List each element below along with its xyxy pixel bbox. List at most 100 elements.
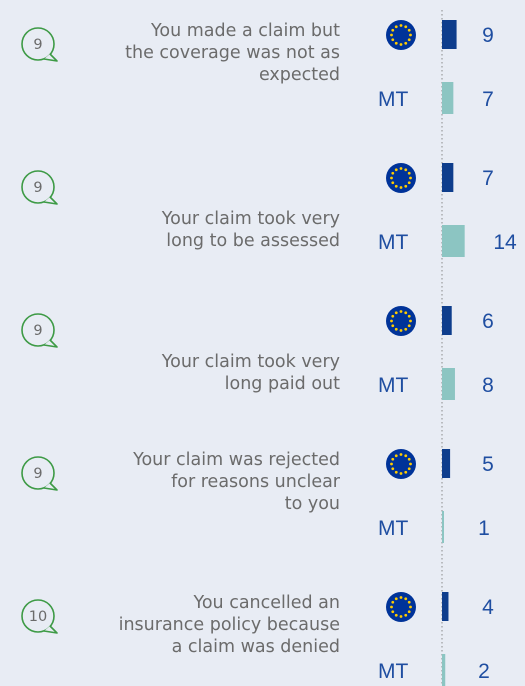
question-text-line: long to be assessed: [166, 231, 340, 251]
eu-flag-icon: [386, 20, 416, 50]
question-text-line: expected: [259, 65, 340, 85]
question-text-line: long paid out: [225, 374, 340, 394]
eu-flag-star: [399, 615, 403, 618]
eu-flag-star: [404, 613, 408, 617]
eu-bar: [442, 592, 449, 621]
eu-flag-star: [407, 171, 411, 175]
mt-bar: [442, 511, 444, 543]
question-text-line: to you: [285, 494, 340, 514]
speech-bubble-icon: 9: [21, 456, 58, 491]
mt-value-label: 1: [478, 517, 490, 540]
eu-flag-star: [399, 472, 403, 475]
eu-flag-star: [391, 457, 395, 461]
question-text: Your claim was rejected for reasons uncle…: [132, 450, 341, 514]
eu-flag-star: [407, 610, 411, 614]
eu-value-label: 7: [482, 167, 494, 190]
eu-flag-star: [390, 319, 393, 323]
question-text-line: You made a claim but: [150, 21, 340, 41]
eu-flag-icon: [386, 306, 416, 336]
mt-label: MT: [378, 517, 408, 540]
mt-label: MT: [378, 88, 408, 111]
eu-flag-star: [394, 25, 398, 29]
question-text: You cancelled an insurance policy because…: [119, 593, 340, 657]
eu-value-label: 9: [482, 24, 494, 47]
mt-value-label: 14: [493, 231, 517, 254]
eu-flag-star: [399, 453, 403, 456]
question-text-line: a claim was denied: [172, 637, 340, 657]
speech-bubble-icon: 9: [21, 170, 58, 205]
question-number: 9: [33, 180, 42, 196]
eu-bar: [442, 449, 451, 478]
eu-flag-star: [404, 327, 408, 331]
speech-bubble-icon: 9: [21, 313, 58, 348]
speech-bubble-tail: [43, 482, 58, 491]
mt-bar: [442, 368, 455, 400]
mt-bar: [442, 654, 446, 686]
eu-flag-star: [404, 311, 408, 315]
eu-flag-star: [390, 605, 393, 609]
eu-value-label: 4: [482, 596, 494, 619]
mt-label: MT: [378, 374, 408, 397]
eu-flag-star: [394, 613, 398, 617]
eu-flag-star: [404, 470, 408, 474]
question-text-line: for reasons unclear: [171, 472, 341, 492]
eu-flag-star: [390, 33, 393, 37]
eu-flag-star: [391, 600, 395, 604]
eu-flag-icon: [386, 163, 416, 193]
question-text: Your claim took very long paid out: [161, 352, 340, 394]
eu-flag-star: [394, 41, 398, 45]
question-text-line: You cancelled an: [192, 593, 340, 613]
speech-bubble-tail: [43, 53, 58, 62]
eu-flag-star: [409, 176, 412, 180]
mt-value-label: 8: [482, 374, 494, 397]
eu-flag-star: [407, 38, 411, 42]
eu-flag-star: [391, 38, 395, 42]
eu-flag-star: [409, 33, 412, 37]
eu-flag-star: [391, 610, 395, 614]
eu-bar: [442, 20, 457, 49]
eu-flag-star: [394, 454, 398, 458]
eu-flag-star: [399, 329, 403, 332]
eu-flag-star: [407, 467, 411, 471]
eu-flag-star: [394, 168, 398, 172]
eu-flag-star: [390, 462, 393, 466]
question-text-line: Your claim took very: [161, 352, 340, 372]
eu-flag-star: [391, 171, 395, 175]
speech-bubble-icon: 9: [21, 27, 58, 62]
eu-flag-star: [404, 168, 408, 172]
eu-flag-star: [390, 176, 393, 180]
eu-flag-star: [409, 462, 412, 466]
insurance-claims-chart: 9 You made a claim but the coverage was no…: [21, 10, 517, 686]
mt-label: MT: [378, 660, 408, 683]
speech-bubble-tail: [43, 625, 58, 634]
eu-flag-star: [407, 314, 411, 318]
question-number: 9: [33, 466, 42, 482]
eu-bar: [442, 306, 452, 335]
eu-flag-star: [391, 28, 395, 32]
eu-flag-icon: [386, 592, 416, 622]
speech-bubble-tail: [43, 196, 58, 205]
eu-flag-star: [407, 600, 411, 604]
speech-bubble-icon: 10: [21, 599, 58, 634]
eu-flag-star: [399, 43, 403, 46]
eu-flag-star: [409, 605, 412, 609]
eu-flag-star: [399, 310, 403, 313]
question-text: You made a claim but the coverage was not…: [125, 21, 340, 85]
eu-flag-star: [394, 184, 398, 188]
mt-value-label: 2: [478, 660, 490, 683]
eu-flag-star: [407, 181, 411, 185]
speech-bubble-tail: [43, 339, 58, 348]
eu-flag-star: [399, 24, 403, 27]
eu-flag-star: [404, 597, 408, 601]
eu-flag-star: [407, 457, 411, 461]
question-text-line: Your claim was rejected: [132, 450, 340, 470]
eu-flag-star: [391, 324, 395, 328]
eu-flag-star: [399, 596, 403, 599]
eu-flag-star: [399, 167, 403, 170]
eu-flag-icon: [386, 449, 416, 479]
question-text-line: the coverage was not as: [125, 43, 340, 63]
mt-bar: [442, 82, 454, 114]
eu-flag-star: [394, 311, 398, 315]
eu-flag-star: [407, 28, 411, 32]
mt-value-label: 7: [482, 88, 494, 111]
